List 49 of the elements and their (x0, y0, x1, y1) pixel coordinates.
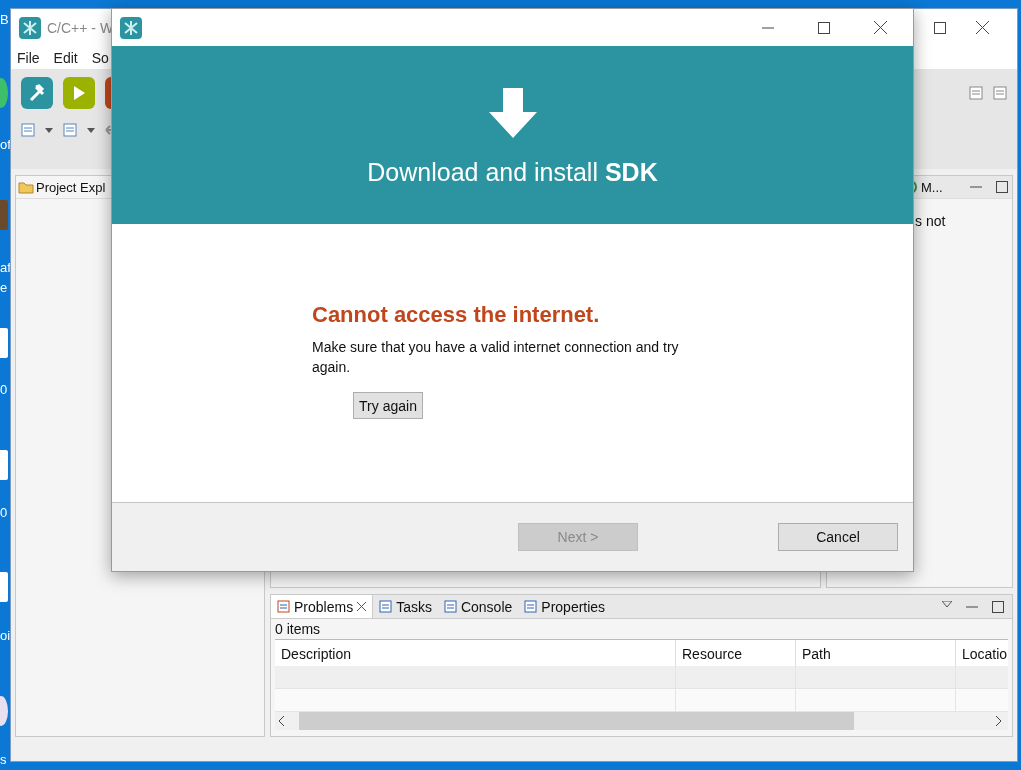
desktop-icon-label: e (0, 280, 8, 295)
hammer-icon[interactable] (21, 77, 53, 109)
desktop-icon-label: 0 (0, 382, 8, 397)
tab-icon (524, 600, 538, 613)
banner-title: Download and install SDK (367, 158, 658, 187)
down-document-icon[interactable] (21, 123, 35, 137)
desktop-icon-label: B (0, 12, 9, 27)
caret-icon[interactable] (45, 127, 53, 133)
up-document-icon[interactable] (63, 123, 77, 137)
error-message: Make sure that you have a valid internet connection and try again. (312, 338, 680, 377)
close-icon[interactable] (976, 21, 989, 34)
panel-tab[interactable]: M... (921, 179, 943, 195)
maximize-icon[interactable] (992, 600, 1004, 613)
caret-icon[interactable] (87, 127, 95, 133)
tab-icon (379, 600, 393, 613)
maximize-icon[interactable] (818, 21, 830, 34)
maximize-icon[interactable] (934, 21, 946, 34)
column-header[interactable]: Description (275, 640, 675, 666)
scroll-right-icon[interactable] (996, 716, 1002, 726)
horizontal-scrollbar[interactable] (275, 712, 1008, 730)
error-heading: Cannot access the internet. (312, 302, 600, 328)
play-icon[interactable] (63, 77, 95, 109)
desktop-icon-label: s (0, 752, 7, 767)
tab-icon (277, 600, 290, 613)
scroll-left-icon[interactable] (279, 716, 285, 726)
view-menu-icon[interactable] (942, 600, 952, 607)
maximize-icon[interactable] (996, 181, 1008, 193)
panel-text: s not (914, 212, 947, 229)
panel-title[interactable]: Project Expl (36, 179, 106, 195)
panel-tab[interactable]: Problems (271, 595, 374, 618)
app-logo-icon (19, 16, 41, 39)
close-icon[interactable] (874, 21, 887, 34)
try-again-button[interactable]: Try again (353, 392, 423, 419)
menu-item[interactable]: Edit (53, 49, 78, 66)
app-logo-icon (120, 16, 142, 39)
menu-item[interactable]: So (91, 49, 109, 66)
panel-tab[interactable]: Tasks (373, 595, 438, 618)
panel-tab[interactable]: Properties (518, 595, 612, 618)
folder-icon (18, 180, 34, 194)
menu-item[interactable]: File (17, 49, 40, 66)
item-count: 0 items (274, 620, 322, 639)
panel-tab[interactable]: Console (437, 595, 519, 618)
tab-icon (443, 600, 457, 613)
desktop-icon-label: oi (0, 628, 11, 643)
close-icon[interactable] (357, 602, 367, 611)
dialog-button[interactable]: Cancel (778, 523, 898, 551)
document-icon[interactable] (969, 86, 983, 100)
download-arrow-icon (488, 88, 537, 138)
desktop-icon-label: 0 (0, 505, 8, 520)
